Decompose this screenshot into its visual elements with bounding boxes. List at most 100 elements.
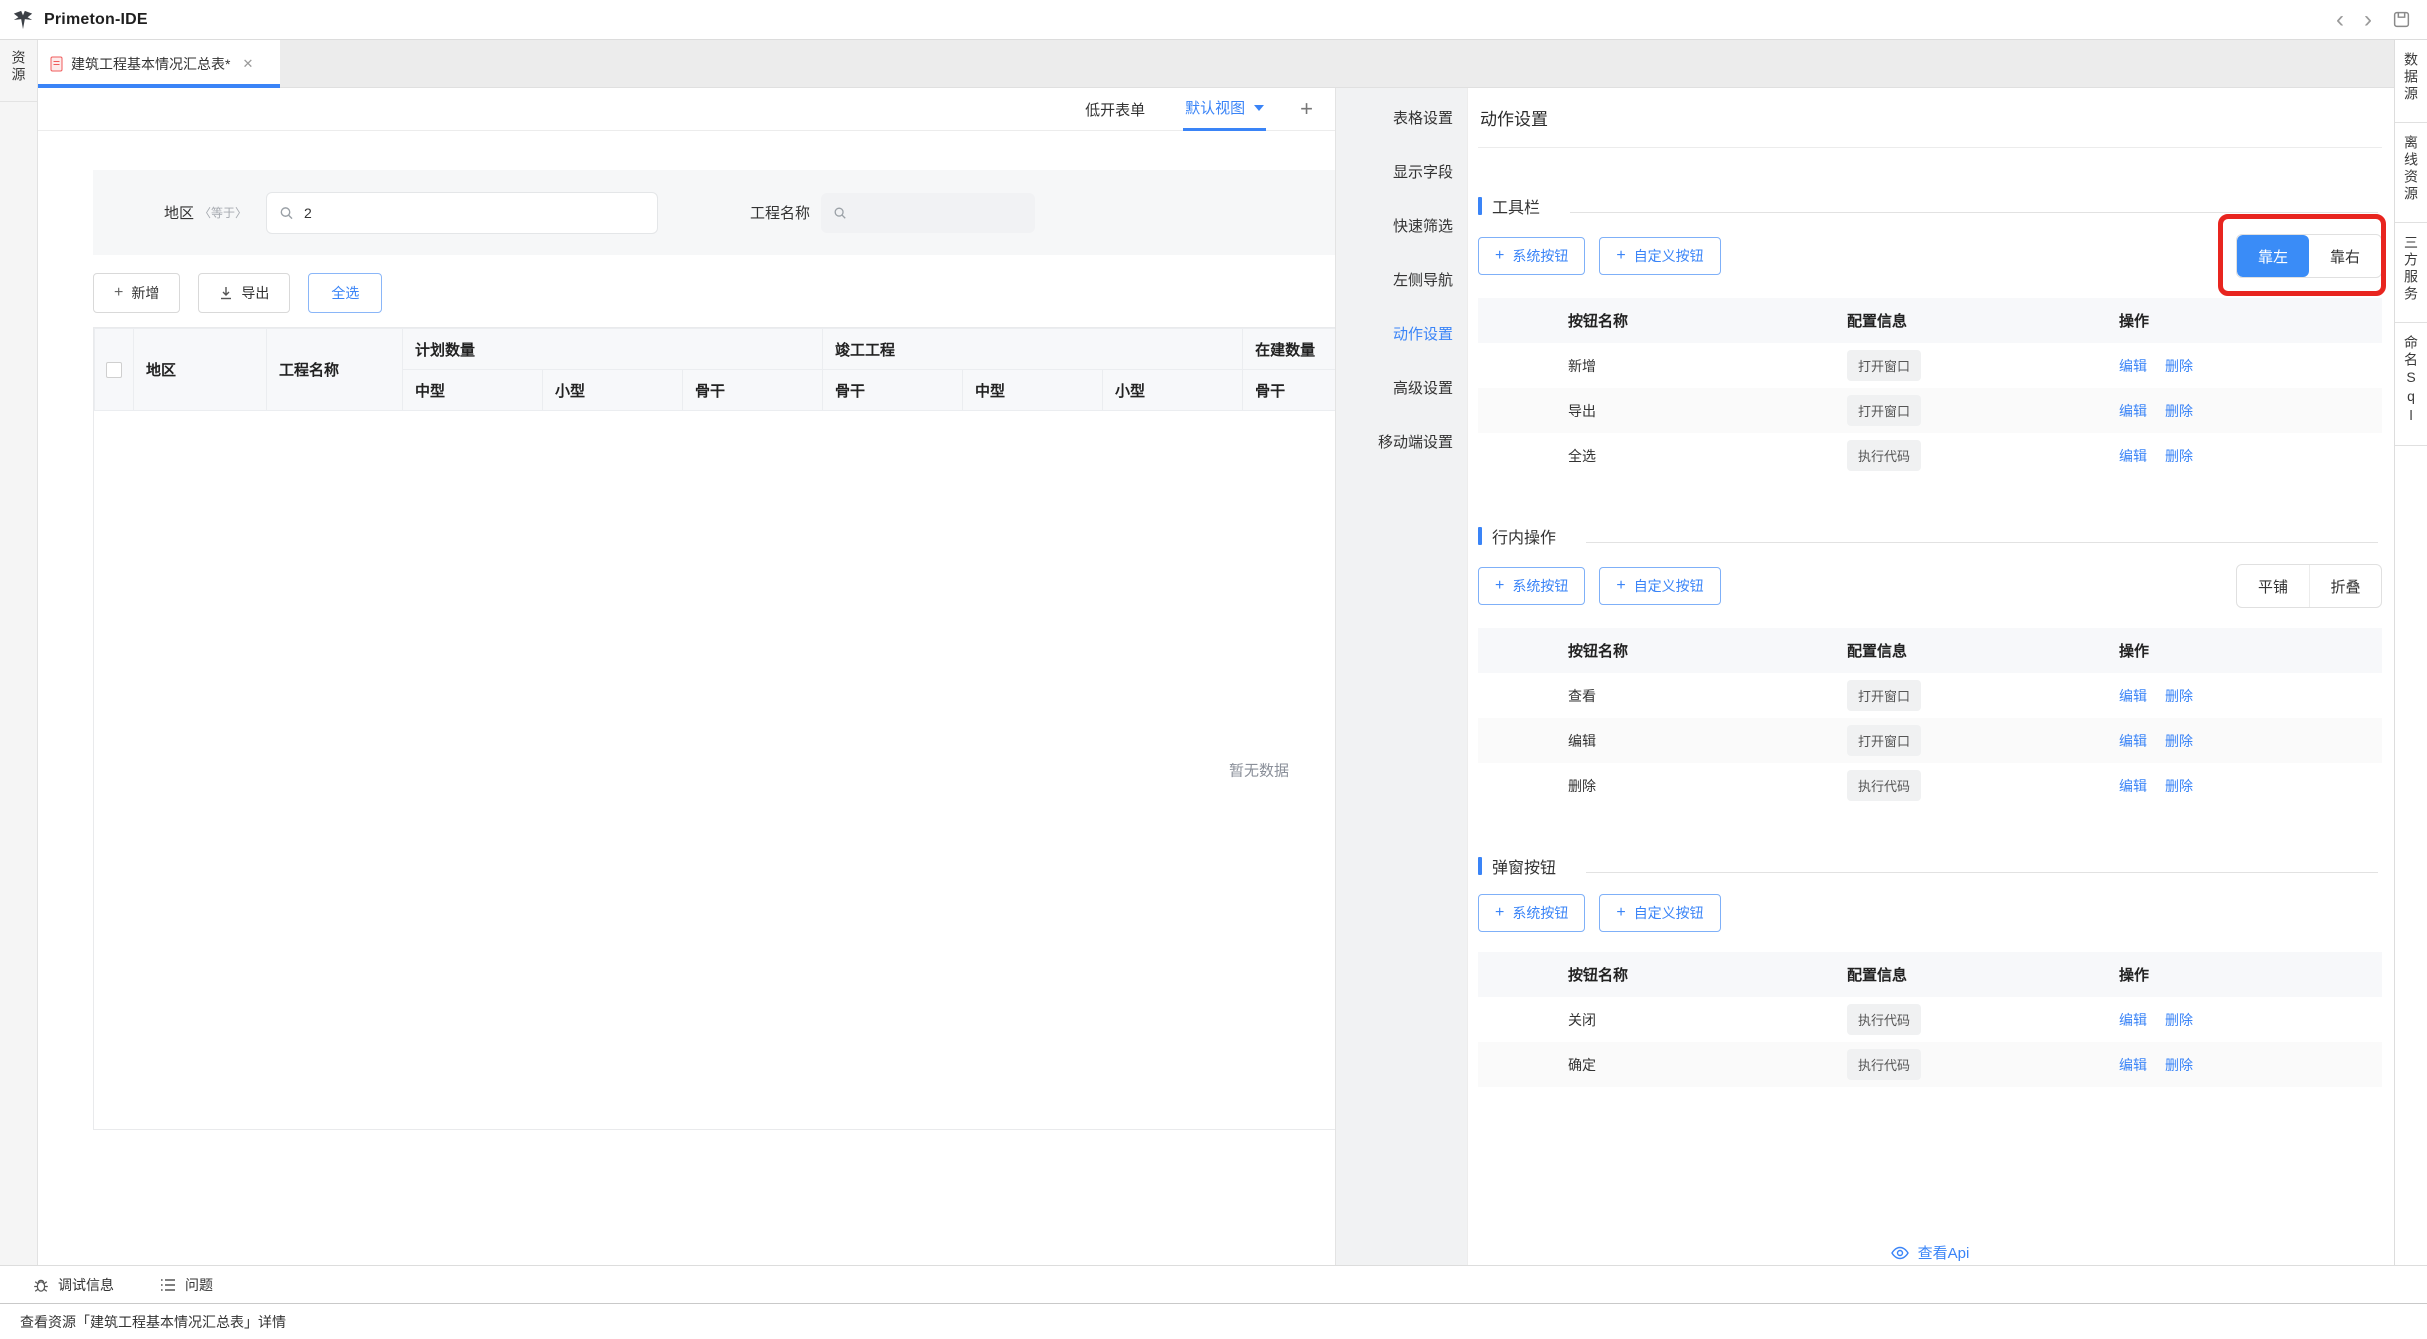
- subcol[interactable]: 骨干: [1243, 370, 1335, 411]
- subcol[interactable]: 中型: [403, 370, 543, 411]
- config-badge: 执行代码: [1847, 770, 1921, 801]
- delete-link[interactable]: 删除: [2165, 778, 2193, 794]
- tab-close-icon[interactable]: ✕: [242, 56, 253, 72]
- delete-link[interactable]: 删除: [2165, 403, 2193, 419]
- plus-icon: +: [1495, 904, 1504, 922]
- th-config: 配置信息: [1847, 298, 2119, 343]
- menu-item-display-fields[interactable]: 显示字段: [1336, 144, 1467, 198]
- rail-item-offline-resource[interactable]: 离线资源: [2395, 123, 2427, 223]
- table-row: 查看 打开窗口 编辑删除: [1478, 673, 2382, 718]
- edit-link[interactable]: 编辑: [2119, 778, 2147, 794]
- accent-bar: [1478, 857, 1482, 875]
- align-right-option[interactable]: 靠右: [2309, 235, 2381, 277]
- edit-link[interactable]: 编辑: [2119, 448, 2147, 464]
- inline-buttons-table: 按钮名称 配置信息 操作 查看 打开窗口 编辑删除 编辑: [1478, 628, 2382, 808]
- section-toolbar-title: 工具栏: [1492, 194, 1540, 218]
- select-all-button[interactable]: 全选: [308, 273, 382, 313]
- search-icon: [833, 205, 847, 221]
- problems-button[interactable]: 问题: [160, 1275, 213, 1295]
- rail-item-datasource[interactable]: 数据源: [2395, 40, 2427, 123]
- settings-menu: 表格设置 显示字段 快速筛选 左侧导航 动作设置 高级设置 移动端设置: [1335, 88, 1467, 1265]
- edit-link[interactable]: 编辑: [2119, 1012, 2147, 1028]
- section-inline-actions: + 系统按钮 + 自定义按钮 平铺 折叠: [1478, 564, 2382, 608]
- menu-item-table-settings[interactable]: 表格设置: [1336, 90, 1467, 144]
- delete-link[interactable]: 删除: [2165, 448, 2193, 464]
- th-config: 配置信息: [1847, 628, 2119, 673]
- subcol[interactable]: 小型: [1103, 370, 1243, 411]
- menu-item-advanced[interactable]: 高级设置: [1336, 360, 1467, 414]
- project-input-field[interactable]: [857, 205, 1023, 221]
- app-title: Primeton-IDE: [44, 11, 148, 29]
- nav-back-icon[interactable]: ‹: [2336, 10, 2344, 30]
- edit-link[interactable]: 编辑: [2119, 688, 2147, 704]
- edit-link[interactable]: 编辑: [2119, 1057, 2147, 1073]
- col-region[interactable]: 地区: [134, 329, 267, 411]
- add-row-label: 新增: [131, 283, 159, 303]
- save-icon[interactable]: [2392, 10, 2411, 29]
- add-custom-button[interactable]: + 自定义按钮: [1599, 237, 1720, 275]
- fold-option[interactable]: 折叠: [2309, 565, 2381, 607]
- center-column: 建筑工程基本情况汇总表* ✕ 低开表单 默认视图 + 地区: [38, 40, 2394, 1265]
- col-project[interactable]: 工程名称: [267, 329, 403, 411]
- plus-icon: +: [1616, 247, 1625, 265]
- select-all-checkbox[interactable]: [106, 362, 122, 378]
- debug-info-button[interactable]: 调试信息: [33, 1275, 114, 1295]
- edit-link[interactable]: 编辑: [2119, 358, 2147, 374]
- edit-link[interactable]: 编辑: [2119, 403, 2147, 419]
- add-row-button[interactable]: + 新增: [93, 273, 180, 313]
- menu-item-left-nav[interactable]: 左侧导航: [1336, 252, 1467, 306]
- low-code-form-tab[interactable]: 低开表单: [1085, 99, 1145, 120]
- left-rail-resources[interactable]: 资源: [0, 40, 37, 102]
- add-custom-button[interactable]: + 自定义按钮: [1599, 567, 1720, 605]
- add-view-button[interactable]: +: [1296, 98, 1317, 120]
- project-input[interactable]: [821, 193, 1035, 233]
- panel-title: 动作设置: [1478, 88, 2382, 148]
- delete-link[interactable]: 删除: [2165, 358, 2193, 374]
- default-view-tab[interactable]: 默认视图: [1183, 88, 1266, 131]
- title-bar: Primeton-IDE ‹ ›: [0, 0, 2427, 40]
- subcol[interactable]: 骨干: [683, 370, 823, 411]
- subcol[interactable]: 小型: [543, 370, 683, 411]
- config-badge: 执行代码: [1847, 1049, 1921, 1080]
- button-name: 编辑: [1568, 718, 1847, 763]
- bug-icon: [33, 1277, 49, 1293]
- button-name: 关闭: [1568, 997, 1847, 1042]
- section-inline-header: 行内操作: [1478, 524, 2382, 548]
- add-system-button[interactable]: + 系统按钮: [1478, 237, 1585, 275]
- table-row: 关闭 执行代码 编辑删除: [1478, 997, 2382, 1042]
- grid-toolbar: + 新增 导出 全选: [93, 273, 1335, 313]
- rail-item-named-sql[interactable]: 命名Sql: [2395, 323, 2427, 446]
- section-dialog-actions: + 系统按钮 + 自定义按钮: [1478, 894, 2382, 932]
- th-drag: [1478, 628, 1568, 673]
- align-left-option[interactable]: 靠左: [2237, 235, 2309, 277]
- th-ops: 操作: [2119, 628, 2382, 673]
- plus-icon: +: [1495, 247, 1504, 265]
- tab-active[interactable]: 建筑工程基本情况汇总表* ✕: [38, 40, 280, 87]
- delete-link[interactable]: 删除: [2165, 1057, 2193, 1073]
- add-system-label: 系统按钮: [1512, 576, 1568, 596]
- add-custom-button[interactable]: + 自定义按钮: [1599, 894, 1720, 932]
- rail-item-named-sql-label: 命名Sql: [2401, 335, 2421, 426]
- add-system-button[interactable]: + 系统按钮: [1478, 894, 1585, 932]
- menu-item-quick-filter[interactable]: 快速筛选: [1336, 198, 1467, 252]
- region-input[interactable]: [266, 192, 658, 234]
- rail-item-thirdparty-service[interactable]: 三方服务: [2395, 223, 2427, 323]
- menu-item-mobile[interactable]: 移动端设置: [1336, 414, 1467, 468]
- add-system-button[interactable]: + 系统按钮: [1478, 567, 1585, 605]
- region-input-field[interactable]: [304, 205, 645, 221]
- edit-link[interactable]: 编辑: [2119, 733, 2147, 749]
- table-row: 编辑 打开窗口 编辑删除: [1478, 718, 2382, 763]
- export-button[interactable]: 导出: [198, 273, 290, 313]
- problems-label: 问题: [185, 1275, 213, 1295]
- delete-link[interactable]: 删除: [2165, 1012, 2193, 1028]
- layout-toggle-wrap: 平铺 折叠: [2236, 564, 2382, 608]
- view-api-link[interactable]: 查看Api: [1478, 1242, 2382, 1263]
- nav-forward-icon[interactable]: ›: [2364, 10, 2372, 30]
- delete-link[interactable]: 删除: [2165, 733, 2193, 749]
- subcol[interactable]: 中型: [963, 370, 1103, 411]
- delete-link[interactable]: 删除: [2165, 688, 2193, 704]
- tile-option[interactable]: 平铺: [2237, 565, 2309, 607]
- button-name: 删除: [1568, 763, 1847, 808]
- subcol[interactable]: 骨干: [823, 370, 963, 411]
- menu-item-action-settings[interactable]: 动作设置: [1336, 306, 1467, 360]
